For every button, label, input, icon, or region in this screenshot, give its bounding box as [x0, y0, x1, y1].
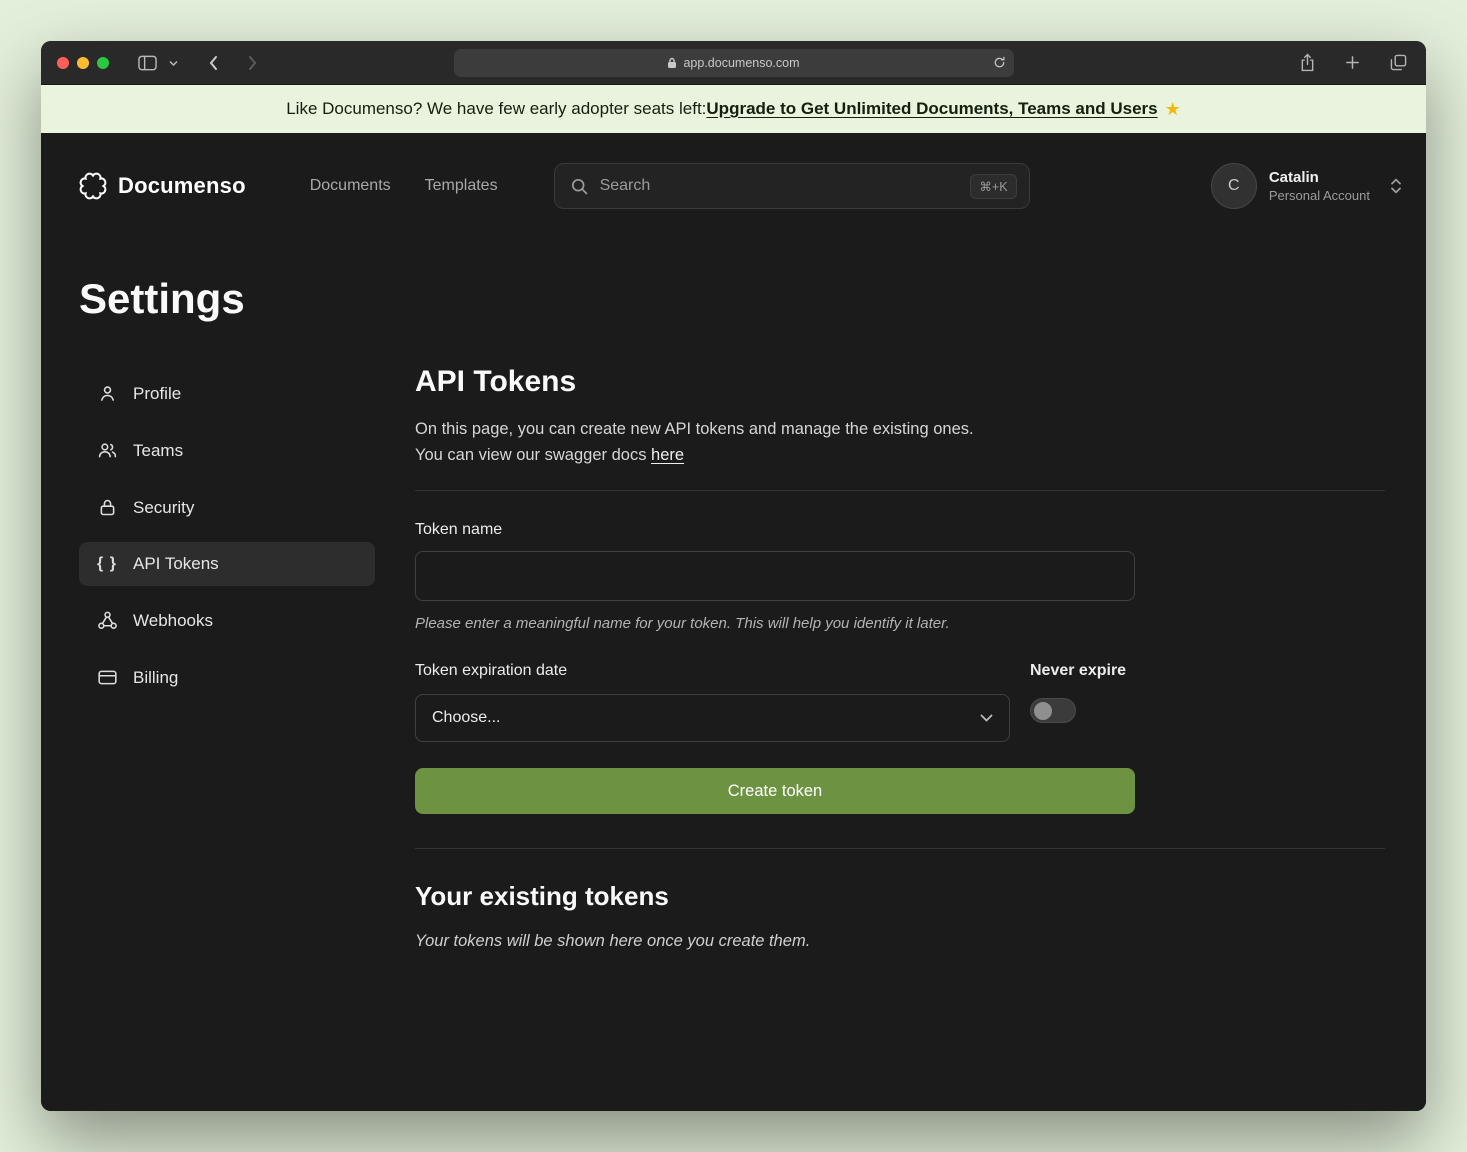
never-expire-label: Never expire [1030, 662, 1126, 680]
documenso-logo-icon [79, 172, 107, 200]
avatar: C [1211, 163, 1257, 209]
zoom-window-button[interactable] [97, 57, 109, 69]
token-name-input[interactable] [415, 551, 1135, 601]
webhook-icon [96, 610, 118, 631]
token-name-hint: Please enter a meaningful name for your … [415, 615, 1385, 632]
star-icon: ★ [1165, 99, 1181, 120]
sidebar-item-label: API Tokens [133, 554, 219, 574]
search-input[interactable]: Search ⌘+K [554, 163, 1030, 209]
account-menu[interactable]: C Catalin Personal Account [1211, 163, 1406, 209]
upgrade-link[interactable]: Upgrade to Get Unlimited Documents, Team… [706, 99, 1157, 119]
account-name: Catalin [1269, 169, 1370, 186]
lock-icon [667, 57, 677, 69]
section-title: API Tokens [415, 365, 1385, 399]
account-type: Personal Account [1269, 188, 1370, 203]
tab-overview-icon[interactable] [1387, 51, 1410, 74]
braces-icon: { } [96, 555, 118, 573]
create-token-button[interactable]: Create token [415, 768, 1135, 814]
sidebar-item-label: Profile [133, 384, 181, 404]
app-header: Documenso Documents Templates Search ⌘+K… [41, 133, 1426, 209]
address-bar[interactable]: app.documenso.com [454, 49, 1014, 77]
expiration-label: Token expiration date [415, 662, 567, 679]
refresh-icon[interactable] [993, 56, 1006, 69]
share-icon[interactable] [1297, 50, 1318, 75]
nav-documents[interactable]: Documents [310, 177, 391, 195]
nav-templates[interactable]: Templates [425, 177, 498, 195]
divider [415, 848, 1385, 849]
forward-button[interactable] [245, 52, 261, 74]
sidebar-item-api-tokens[interactable]: { } API Tokens [79, 542, 375, 586]
traffic-lights [57, 57, 109, 69]
sidebar-menu-chevron-icon[interactable] [166, 57, 181, 69]
chevron-down-icon [980, 714, 993, 722]
minimize-window-button[interactable] [77, 57, 89, 69]
sidebar-item-billing[interactable]: Billing [79, 655, 375, 700]
sidebar-item-label: Security [133, 498, 194, 518]
close-window-button[interactable] [57, 57, 69, 69]
page-title: Settings [79, 275, 1426, 323]
users-icon [96, 440, 118, 461]
brand[interactable]: Documenso [79, 172, 246, 200]
app-page: Documenso Documents Templates Search ⌘+K… [41, 133, 1426, 1111]
settings-sidebar: Profile Teams [79, 371, 375, 951]
top-nav: Documents Templates [310, 177, 498, 195]
brand-name: Documenso [118, 173, 246, 199]
sidebar-toggle-icon[interactable] [135, 52, 160, 74]
new-tab-icon[interactable] [1342, 52, 1363, 73]
existing-tokens-empty-text: Your tokens will be shown here once you … [415, 932, 1385, 951]
swagger-docs-link[interactable]: here [651, 446, 684, 464]
chevron-up-down-icon [1390, 177, 1402, 195]
sidebar-item-security[interactable]: Security [79, 485, 375, 530]
browser-toolbar: app.documenso.com [41, 41, 1426, 85]
sidebar-item-label: Billing [133, 668, 178, 688]
sidebar-item-label: Teams [133, 441, 183, 461]
sidebar-item-profile[interactable]: Profile [79, 371, 375, 416]
expiration-selected-value: Choose... [432, 709, 500, 727]
promo-banner: Like Documenso? We have few early adopte… [41, 85, 1426, 133]
sidebar-item-teams[interactable]: Teams [79, 428, 375, 473]
user-icon [96, 383, 118, 404]
credit-card-icon [96, 667, 118, 688]
back-button[interactable] [205, 52, 221, 74]
existing-tokens-title: Your existing tokens [415, 881, 1385, 912]
search-icon [571, 178, 588, 195]
toggle-knob [1034, 702, 1052, 720]
url-text: app.documenso.com [683, 56, 799, 70]
search-shortcut-badge: ⌘+K [970, 174, 1016, 199]
lock-icon [96, 497, 118, 518]
sidebar-item-label: Webhooks [133, 611, 213, 631]
browser-window: app.documenso.com [41, 41, 1426, 1111]
api-tokens-panel: API Tokens On this page, you can create … [415, 371, 1385, 951]
token-name-label: Token name [415, 521, 502, 538]
expiration-select[interactable]: Choose... [415, 694, 1010, 742]
search-placeholder: Search [600, 177, 959, 195]
promo-text: Like Documenso? We have few early adopte… [286, 99, 706, 119]
divider [415, 490, 1385, 491]
never-expire-toggle[interactable] [1030, 698, 1076, 723]
section-description: On this page, you can create new API tok… [415, 417, 1385, 468]
sidebar-item-webhooks[interactable]: Webhooks [79, 598, 375, 643]
